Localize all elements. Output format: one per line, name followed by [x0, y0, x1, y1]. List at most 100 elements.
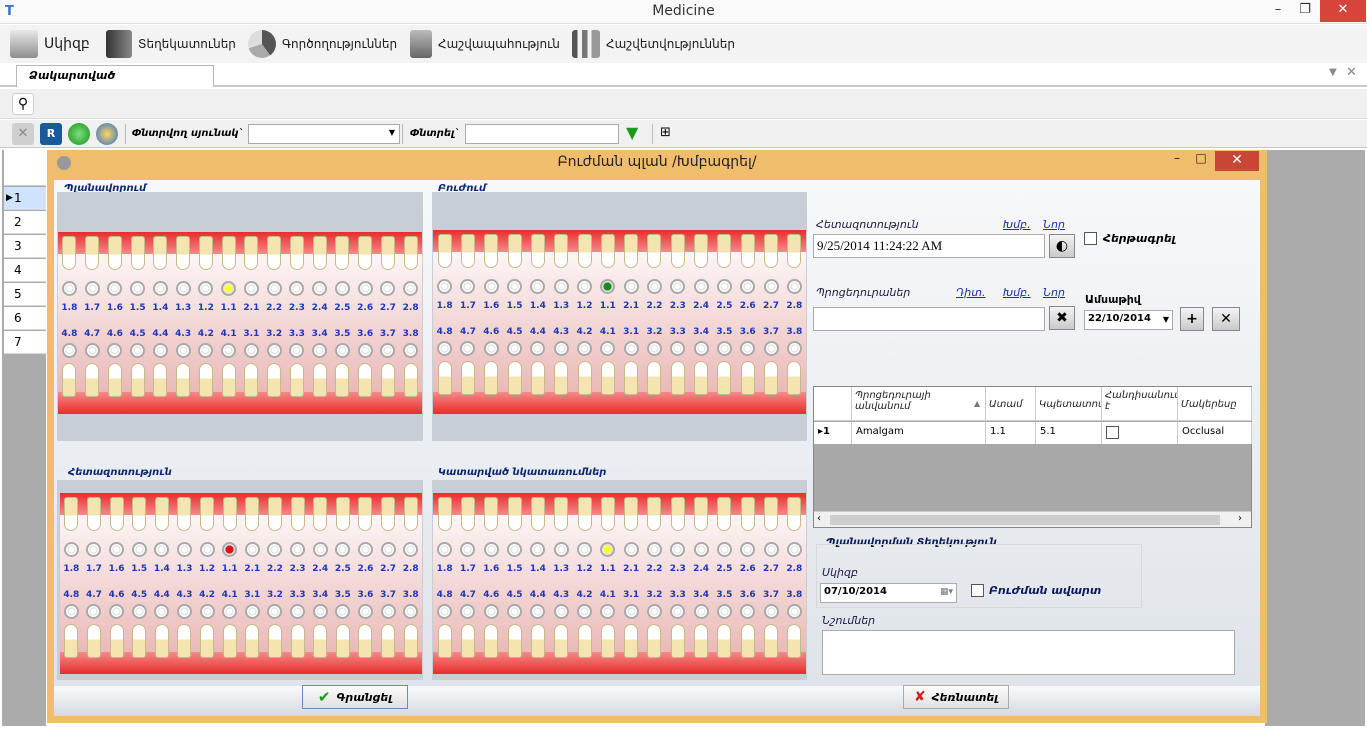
open-examination-button[interactable]: ◐ — [1049, 234, 1075, 258]
tooth-selector[interactable] — [128, 604, 151, 619]
tooth-selector[interactable] — [643, 341, 666, 356]
tooth-selector[interactable] — [736, 604, 759, 619]
tooth[interactable] — [526, 234, 549, 268]
tooth-selector[interactable] — [456, 279, 479, 294]
dental-chart[interactable]: 1.8 1.7 1.6 1.5 1.4 1.3 1.2 1.1 2.1 2.2 2.3 2.4 2.5 2… — [58, 232, 422, 414]
tooth[interactable] — [308, 236, 331, 270]
tooth[interactable] — [550, 234, 573, 268]
tooth[interactable] — [783, 234, 806, 268]
tooth[interactable] — [783, 497, 806, 531]
tooth-selector[interactable] — [241, 542, 264, 557]
dental-chart[interactable]: 1.8 1.7 1.6 1.5 1.4 1.3 1.2 1.1 2.1 2.2 2.3 2.4 2.5 2… — [433, 493, 806, 674]
tooth-selector[interactable] — [573, 279, 596, 294]
tooth-selector[interactable] — [309, 542, 332, 557]
tooth[interactable] — [151, 497, 174, 531]
tooth-selector[interactable] — [263, 281, 286, 296]
tooth-selector[interactable] — [643, 542, 666, 557]
tab-close-icon[interactable]: ✕ — [1346, 65, 1357, 80]
tooth[interactable] — [433, 234, 456, 268]
remove-procedure-button[interactable]: ✕ — [1212, 307, 1240, 331]
tooth-selector[interactable] — [620, 279, 643, 294]
search-column-select[interactable]: ▼ — [248, 124, 400, 144]
tooth[interactable] — [596, 361, 619, 395]
tooth-selector[interactable] — [620, 542, 643, 557]
notes-textarea[interactable] — [822, 630, 1235, 675]
tooth-selector[interactable] — [241, 604, 264, 619]
tooth[interactable] — [456, 234, 479, 268]
tooth[interactable] — [83, 624, 106, 658]
tooth[interactable] — [456, 497, 479, 531]
grid-row[interactable]: 3 — [4, 235, 46, 258]
tooth-selector[interactable] — [596, 341, 619, 356]
tooth-selector[interactable] — [58, 343, 81, 358]
tooth[interactable] — [331, 236, 354, 270]
tooth[interactable] — [480, 497, 503, 531]
dialog-close-button[interactable]: ✕ — [1215, 151, 1259, 171]
tooth[interactable] — [596, 234, 619, 268]
tooth-selector[interactable] — [573, 542, 596, 557]
column-header[interactable]: Պրոցեդուրայի անվանում — [852, 387, 986, 421]
horizontal-scrollbar[interactable]: ‹ › — [814, 511, 1251, 527]
tooth-selector[interactable] — [128, 542, 151, 557]
tooth[interactable] — [104, 363, 127, 397]
tooth-selector[interactable] — [286, 542, 309, 557]
tooth-selector[interactable] — [480, 341, 503, 356]
tooth[interactable] — [195, 363, 218, 397]
tooth[interactable] — [689, 624, 712, 658]
tooth[interactable] — [620, 497, 643, 531]
grid-row[interactable]: 4 — [4, 259, 46, 282]
tooth-selector[interactable] — [308, 281, 331, 296]
tooth-selector[interactable] — [759, 341, 782, 356]
tooth[interactable] — [596, 497, 619, 531]
tooth[interactable] — [526, 361, 549, 395]
tooth[interactable] — [173, 624, 196, 658]
tooth-selector[interactable] — [550, 279, 573, 294]
tooth-selector[interactable] — [759, 542, 782, 557]
column-header[interactable]: Հանդիսանում է — [1102, 387, 1178, 421]
tooth[interactable] — [736, 234, 759, 268]
tooth[interactable] — [573, 361, 596, 395]
tooth-selector[interactable] — [196, 604, 219, 619]
tooth[interactable] — [241, 624, 264, 658]
tooth[interactable] — [241, 497, 264, 531]
tooth[interactable] — [399, 236, 422, 270]
tooth[interactable] — [526, 624, 549, 658]
tooth-selector[interactable] — [399, 281, 422, 296]
queue-checkbox[interactable] — [1084, 232, 1097, 245]
tooth-selector[interactable] — [596, 542, 619, 557]
tooth-selector[interactable] — [736, 542, 759, 557]
tooth[interactable] — [550, 624, 573, 658]
tooth-selector[interactable] — [433, 279, 456, 294]
tooth[interactable] — [713, 361, 736, 395]
tooth[interactable] — [377, 236, 400, 270]
tooth[interactable] — [480, 624, 503, 658]
tooth-selector[interactable] — [713, 279, 736, 294]
tooth[interactable] — [217, 236, 240, 270]
search-input[interactable] — [465, 124, 619, 144]
tooth-selector[interactable] — [503, 542, 526, 557]
grid-row[interactable]: ▶ 1 — [4, 187, 46, 210]
tooth[interactable] — [503, 361, 526, 395]
tooth[interactable] — [503, 624, 526, 658]
tooth-selector[interactable] — [83, 542, 106, 557]
dialog-maximize-button[interactable]: □ — [1189, 151, 1213, 171]
grid-row[interactable]: 7 — [4, 331, 46, 354]
tooth-selector[interactable] — [286, 281, 309, 296]
tooth-selector[interactable] — [399, 343, 422, 358]
tooth[interactable] — [643, 361, 666, 395]
tooth[interactable] — [456, 624, 479, 658]
tooth[interactable] — [354, 497, 377, 531]
tooth[interactable] — [666, 234, 689, 268]
tooth-selector[interactable] — [240, 281, 263, 296]
tooth-selector[interactable] — [264, 604, 287, 619]
dental-chart[interactable]: 1.8 1.7 1.6 1.5 1.4 1.3 1.2 1.1 2.1 2.2 2.3 2.4 2.5 2… — [60, 493, 422, 674]
tooth-selector[interactable] — [643, 604, 666, 619]
tooth[interactable] — [128, 497, 151, 531]
tooth-selector[interactable] — [550, 604, 573, 619]
clear-icon[interactable]: ✕ — [12, 123, 34, 145]
tooth-selector[interactable] — [126, 281, 149, 296]
tooth-selector[interactable] — [666, 279, 689, 294]
tooth-selector[interactable] — [666, 604, 689, 619]
tooth-selector[interactable] — [354, 343, 377, 358]
tooth[interactable] — [643, 497, 666, 531]
